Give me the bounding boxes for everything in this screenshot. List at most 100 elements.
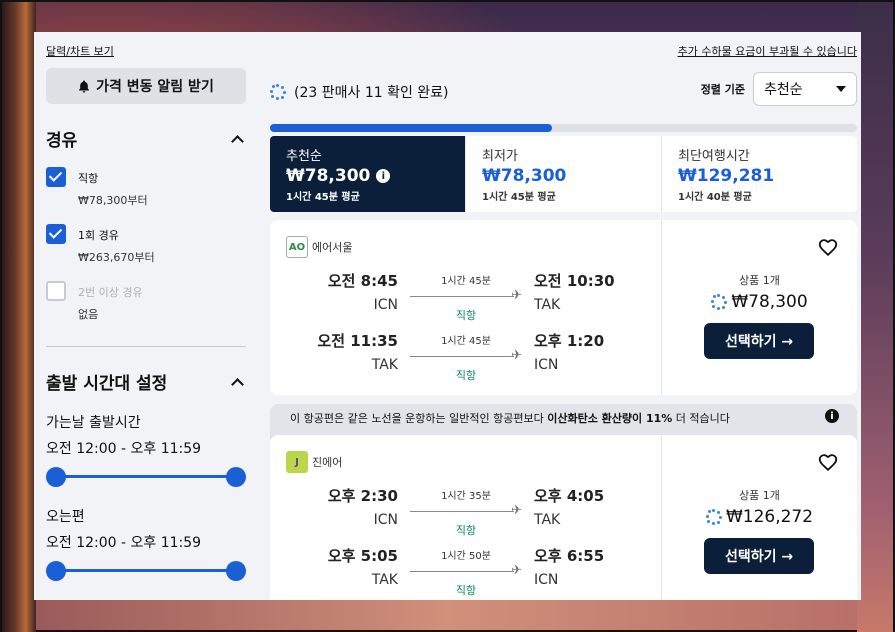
arrival-time: 오후 6:55 — [534, 547, 605, 565]
co2-notice-highlight: 이산화탄소 환산량이 11% — [547, 412, 673, 425]
flight-duration: 1시간 35분 — [441, 491, 491, 502]
stops-option-one-stop[interactable]: 1회 경유 ₩263,670부터 — [46, 224, 246, 265]
co2-notice-pre: 이 항공편은 같은 노선을 운항하는 일반적인 항공편보다 — [290, 412, 548, 425]
sort-label: 정렬 기준 — [700, 83, 745, 96]
tab-title: 추천순 — [286, 149, 322, 164]
sort-tabs: 추천순 ₩78,300 i 1시간 45분 평균 최저가 ₩78,300 1시간 … — [270, 136, 857, 212]
calendar-chart-link[interactable]: 달력/차트 보기 — [46, 43, 114, 59]
offer-summary: 상품 1개 ₩78,300 — [662, 272, 857, 312]
flight-duration: 1시간 45분 — [441, 336, 491, 347]
one-stop-price: ₩263,670부터 — [78, 251, 155, 264]
stops-text: 직항 — [455, 309, 477, 322]
arrival-airport: TAK — [534, 512, 561, 528]
flight-card[interactable]: J 진에어 오후 2:30 ICN 1시간 35분 ✈ 직항 오후 4:05 TAK 오… — [270, 435, 857, 600]
jinair-logo-icon: J — [286, 451, 308, 473]
airplane-icon: ✈ — [511, 348, 522, 363]
price-alert-label: 가격 변동 알림 받기 — [96, 79, 214, 95]
chevron-up-icon[interactable] — [232, 134, 242, 144]
tab-cheapest[interactable]: 최저가 ₩78,300 1시간 45분 평균 — [465, 136, 661, 212]
heart-icon[interactable] — [817, 236, 839, 258]
direct-price: ₩78,300부터 — [78, 194, 148, 207]
arrival-airport: ICN — [534, 572, 559, 588]
airplane-icon: ✈ — [511, 563, 522, 578]
info-icon[interactable]: i — [376, 169, 391, 183]
results-panel: 달력/차트 보기 추가 수하물 요금이 부과될 수 있습니다 가격 변동 알림 … — [34, 32, 861, 600]
direct-label: 직항 — [78, 172, 99, 185]
slider-min-handle[interactable] — [46, 561, 66, 581]
departure-time: 오후 5:05 — [327, 547, 398, 565]
airline-name: 진에어 — [312, 456, 343, 469]
departure-airport: TAK — [371, 572, 398, 588]
chevron-up-icon[interactable] — [232, 377, 242, 387]
outbound-time-slider[interactable] — [46, 466, 246, 488]
airline: J 진에어 — [286, 451, 661, 473]
search-progress-bar — [270, 124, 857, 132]
background-right-edge — [857, 2, 893, 632]
tab-duration: 1시간 45분 평균 — [286, 192, 360, 203]
background-left-pillar — [2, 2, 36, 632]
offer-count: 상품 1개 — [739, 489, 780, 502]
caret-down-icon — [836, 86, 846, 92]
tab-fastest[interactable]: 최단여행시간 ₩129,281 1시간 40분 평균 — [661, 136, 857, 212]
flight-offer: 상품 1개 ₩126,272 선택하기 → — [662, 435, 857, 600]
stops-section-header[interactable]: 경유 — [46, 126, 246, 151]
bell-icon — [79, 80, 90, 92]
two-plus-checkbox — [46, 281, 66, 301]
one-stop-checkbox[interactable] — [46, 224, 66, 244]
baggage-fees-link[interactable]: 추가 수하물 요금이 부과될 수 있습니다 — [678, 43, 857, 59]
slider-max-handle[interactable] — [226, 467, 246, 487]
flight-duration: 1시간 50분 — [441, 551, 491, 562]
sort-selected-value: 추천순 — [764, 82, 803, 98]
return-time-slider[interactable] — [46, 560, 246, 582]
departure-time-section-header[interactable]: 출발 시간대 설정 — [46, 369, 246, 394]
loading-spinner-icon — [270, 84, 286, 100]
sort-select[interactable]: 추천순 — [753, 72, 857, 106]
stops-option-direct[interactable]: 직항 ₩78,300부터 — [46, 167, 246, 208]
departure-airport: ICN — [373, 512, 398, 528]
tab-price: ₩78,300 — [286, 166, 371, 186]
select-flight-button[interactable]: 선택하기 → — [704, 538, 814, 574]
flight-itinerary: AO 에어서울 오전 8:45 ICN 1시간 45분 ✈ 직항 오전 10:30 TA… — [270, 220, 662, 395]
price-alert-button[interactable]: 가격 변동 알림 받기 — [46, 68, 246, 104]
slider-track — [56, 475, 236, 478]
outbound-time-label: 가는날 출발시간 — [46, 415, 141, 431]
departure-airport: ICN — [373, 297, 398, 313]
departure-airport: TAK — [371, 357, 398, 373]
outbound-time-range: 오전 12:00 - 오후 11:59 — [46, 441, 202, 457]
loading-spinner-icon — [705, 509, 722, 525]
arrival-airport: ICN — [534, 357, 559, 373]
direct-checkbox[interactable] — [46, 167, 66, 187]
stops-text: 직항 — [455, 369, 477, 382]
airplane-icon: ✈ — [511, 288, 522, 303]
sort-control: 정렬 기준 추천순 — [701, 72, 857, 106]
arrival-time: 오전 10:30 — [534, 272, 615, 290]
stops-title: 경유 — [46, 131, 78, 151]
offer-summary: 상품 1개 ₩126,272 — [662, 487, 857, 527]
tab-title: 최저가 — [482, 149, 518, 164]
tab-best[interactable]: 추천순 ₩78,300 i 1시간 45분 평균 — [270, 136, 465, 212]
search-progress-fill — [270, 124, 552, 132]
outbound-leg: 오후 2:30 ICN 1시간 35분 ✈ 직항 오후 4:05 TAK — [270, 485, 662, 537]
airplane-icon: ✈ — [511, 503, 522, 518]
stops-text: 직항 — [455, 524, 477, 537]
loading-spinner-icon — [711, 294, 728, 310]
sidebar-divider — [46, 346, 246, 347]
info-icon[interactable]: i — [825, 409, 839, 423]
arrival-time: 오후 4:05 — [534, 487, 605, 505]
slider-max-handle[interactable] — [226, 561, 246, 581]
flight-duration: 1시간 45분 — [441, 276, 491, 287]
flight-card[interactable]: AO 에어서울 오전 8:45 ICN 1시간 45분 ✈ 직항 오전 10:30 TA… — [270, 220, 857, 395]
flight-offer: 상품 1개 ₩78,300 선택하기 → — [662, 220, 857, 395]
two-plus-price: 없음 — [78, 308, 99, 321]
two-plus-label: 2번 이상 경유 — [78, 286, 143, 299]
co2-notice-post: 더 적습니다 — [672, 412, 730, 425]
filter-sidebar: 가격 변동 알림 받기 경유 직항 ₩78,300부터 1회 경유 ₩263,6… — [46, 68, 246, 582]
airseoul-logo-icon: AO — [286, 236, 308, 258]
arrival-time: 오후 1:20 — [534, 332, 605, 350]
heart-icon[interactable] — [817, 451, 839, 473]
slider-min-handle[interactable] — [46, 467, 66, 487]
select-flight-button[interactable]: 선택하기 → — [704, 323, 814, 359]
tab-duration: 1시간 40분 평균 — [678, 192, 752, 203]
results-main: (23 판매사 11 확인 완료) 정렬 기준 추천순 추천순 ₩78,300 i… — [270, 68, 857, 600]
return-time-label: 오는편 — [46, 509, 85, 525]
